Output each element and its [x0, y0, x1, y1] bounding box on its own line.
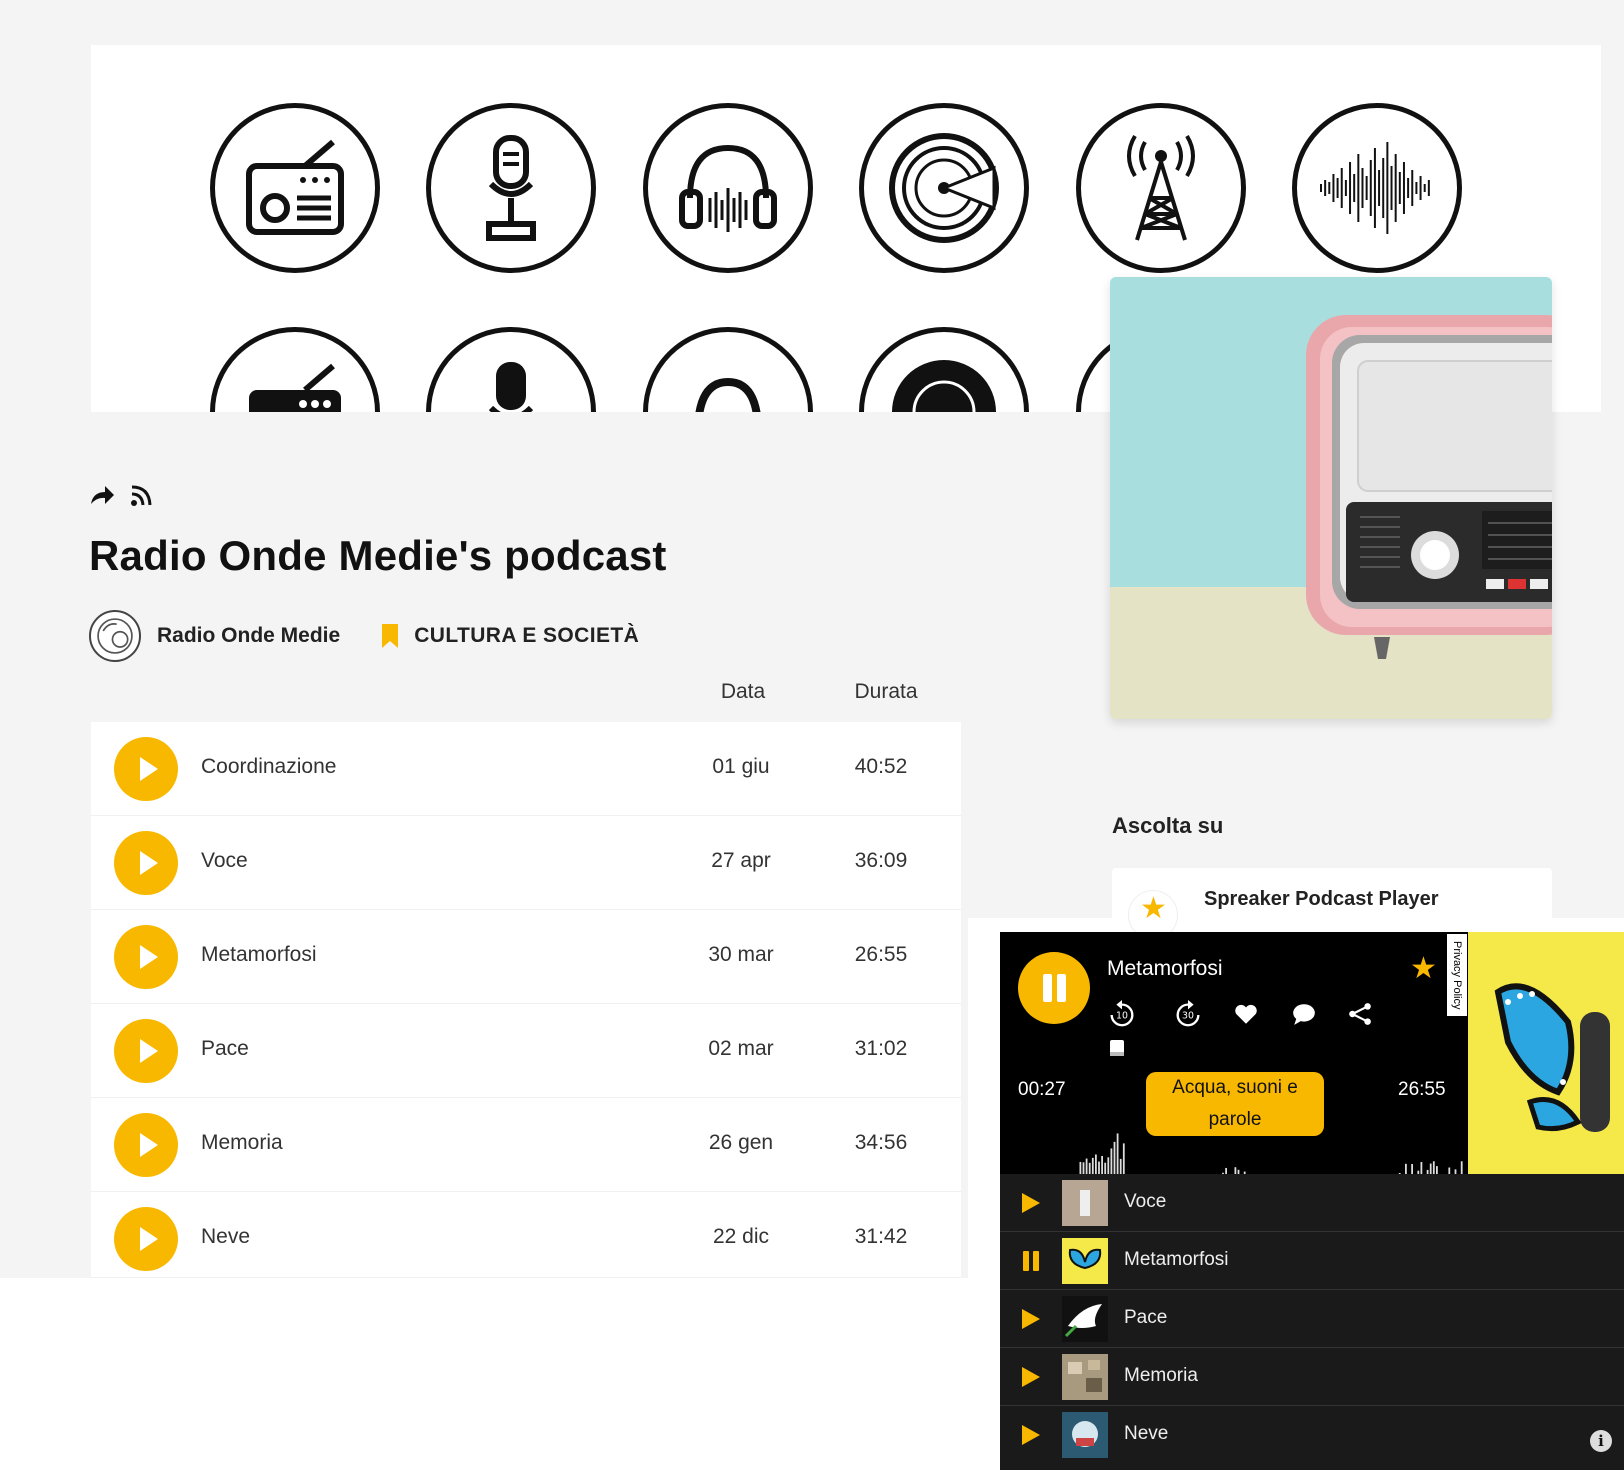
play-button[interactable]: [114, 1113, 178, 1177]
episode-date: 02 mar: [708, 1037, 774, 1060]
play-button[interactable]: [114, 737, 178, 801]
play-button[interactable]: [114, 1019, 178, 1083]
star-icon[interactable]: ★: [1410, 954, 1437, 984]
headphones-icon: [643, 327, 813, 412]
playlist-item[interactable]: Pace: [1000, 1290, 1624, 1348]
radio-icon: [210, 103, 380, 273]
play-button[interactable]: [1020, 1308, 1042, 1330]
spreaker-link[interactable]: ★ Spreaker Podcast Player: [1112, 868, 1552, 940]
bookmark-icon: [380, 623, 400, 649]
episode-duration: 36:09: [854, 849, 908, 872]
play-button[interactable]: [114, 831, 178, 895]
book-icon[interactable]: [1099, 1030, 1135, 1066]
playlist-title[interactable]: Memoria: [1124, 1365, 1198, 1387]
episode-date: 27 apr: [711, 849, 771, 872]
episode-title[interactable]: Voce: [201, 849, 248, 873]
episode-date: 30 mar: [708, 943, 774, 966]
page: Radio Onde Medie's podcast Radio Onde Me…: [0, 0, 1624, 1470]
category-link[interactable]: CULTURA E SOCIETÀ: [380, 623, 639, 649]
episode-thumbnail: [1062, 1238, 1108, 1284]
column-header-duration[interactable]: Durata: [846, 680, 926, 704]
rss-icon[interactable]: [129, 484, 153, 508]
play-button[interactable]: [1020, 1424, 1042, 1446]
vinyl-icon: [859, 103, 1029, 273]
listen-on-title: Ascolta su: [1112, 813, 1224, 838]
episode-thumbnail: [1062, 1354, 1108, 1400]
category-label: CULTURA E SOCIETÀ: [414, 624, 640, 647]
episode-artwork: [1468, 932, 1624, 1202]
episode-title[interactable]: Pace: [201, 1037, 249, 1061]
episode-thumbnail: [1062, 1296, 1108, 1342]
playlist-item[interactable]: Metamorfosi: [1000, 1232, 1624, 1290]
sound-wave-icon: [1292, 103, 1462, 273]
player-controls: Metamorfosi ★ Privacy Policy 10 30 00:27: [1000, 932, 1468, 1202]
comment-icon[interactable]: [1286, 996, 1322, 1032]
page-title: Radio Onde Medie's podcast: [89, 532, 667, 579]
current-time: 00:27: [1018, 1079, 1066, 1100]
episode-row[interactable]: Coordinazione 01 giu 40:52: [91, 722, 961, 816]
play-button[interactable]: [1020, 1192, 1042, 1214]
headphones-icon: [643, 103, 813, 273]
episode-date: 26 gen: [708, 1131, 774, 1154]
playlist-item[interactable]: Memoria: [1000, 1348, 1624, 1406]
playlist-title[interactable]: Metamorfosi: [1124, 1249, 1229, 1271]
playlist-title[interactable]: Neve: [1124, 1423, 1168, 1445]
vinyl-icon: [859, 327, 1029, 412]
avatar[interactable]: [89, 610, 141, 662]
episode-title[interactable]: Memoria: [201, 1131, 283, 1155]
heart-icon[interactable]: [1228, 996, 1264, 1032]
episode-row[interactable]: Neve 22 dic 31:42: [91, 1192, 961, 1278]
playlist-title[interactable]: Voce: [1124, 1191, 1166, 1213]
episode-title[interactable]: Metamorfosi: [201, 943, 317, 967]
episode-row[interactable]: Memoria 26 gen 34:56: [91, 1098, 961, 1192]
forward-label: 30: [1182, 1011, 1194, 1022]
author-link[interactable]: Radio Onde Medie: [157, 624, 340, 648]
playlist-item[interactable]: Voce: [1000, 1174, 1624, 1232]
episode-row[interactable]: Metamorfosi 30 mar 26:55: [91, 910, 961, 1004]
microphone-icon: [426, 103, 596, 273]
share-icon[interactable]: [89, 484, 115, 508]
episode-duration: 40:52: [854, 755, 908, 778]
pause-button[interactable]: [1018, 952, 1090, 1024]
rewind-10-button[interactable]: 10: [1104, 996, 1140, 1032]
antenna-tower-icon: [1076, 103, 1246, 273]
episode-title[interactable]: Coordinazione: [201, 755, 336, 779]
episode-title[interactable]: Neve: [201, 1225, 250, 1249]
info-icon[interactable]: i: [1590, 1430, 1612, 1452]
podcast-meta: Radio Onde Medie CULTURA E SOCIETÀ: [89, 610, 639, 662]
forward-30-button[interactable]: 30: [1170, 996, 1206, 1032]
podcast-cover: [1110, 277, 1552, 719]
action-icons: [89, 484, 153, 508]
radio-icon: [210, 327, 380, 412]
episode-date: 22 dic: [712, 1225, 770, 1248]
playlist-title[interactable]: Pace: [1124, 1307, 1167, 1329]
episode-thumbnail: [1062, 1412, 1108, 1458]
microphone-icon: [426, 327, 596, 412]
share-icon[interactable]: [1342, 996, 1378, 1032]
episode-row[interactable]: Voce 27 apr 36:09: [91, 816, 961, 910]
play-button[interactable]: [114, 1207, 178, 1271]
episode-row[interactable]: Pace 02 mar 31:02: [91, 1004, 961, 1098]
pause-button[interactable]: [1020, 1250, 1042, 1272]
episode-thumbnail: [1062, 1180, 1108, 1226]
playlist-item[interactable]: Neve: [1000, 1406, 1624, 1464]
episode-duration: 26:55: [854, 943, 908, 966]
episode-duration: 34:56: [854, 1131, 908, 1154]
now-playing-title: Metamorfosi: [1107, 957, 1223, 980]
column-header-date[interactable]: Data: [708, 680, 778, 704]
play-button[interactable]: [114, 925, 178, 989]
spreaker-label: Spreaker Podcast Player: [1204, 888, 1439, 910]
rewind-label: 10: [1116, 1011, 1128, 1022]
episode-date: 01 giu: [712, 755, 770, 778]
privacy-policy-link[interactable]: Privacy Policy: [1447, 934, 1467, 1016]
episode-duration: 31:02: [854, 1037, 908, 1060]
play-button[interactable]: [1020, 1366, 1042, 1388]
total-time: 26:55: [1398, 1079, 1446, 1100]
episode-duration: 31:42: [854, 1225, 908, 1248]
star-icon: ★: [1140, 892, 1167, 925]
episode-list: Coordinazione 01 giu 40:52 Voce 27 apr 3…: [91, 722, 961, 1278]
podcast-player: Metamorfosi ★ Privacy Policy 10 30 00:27: [1000, 932, 1624, 1470]
